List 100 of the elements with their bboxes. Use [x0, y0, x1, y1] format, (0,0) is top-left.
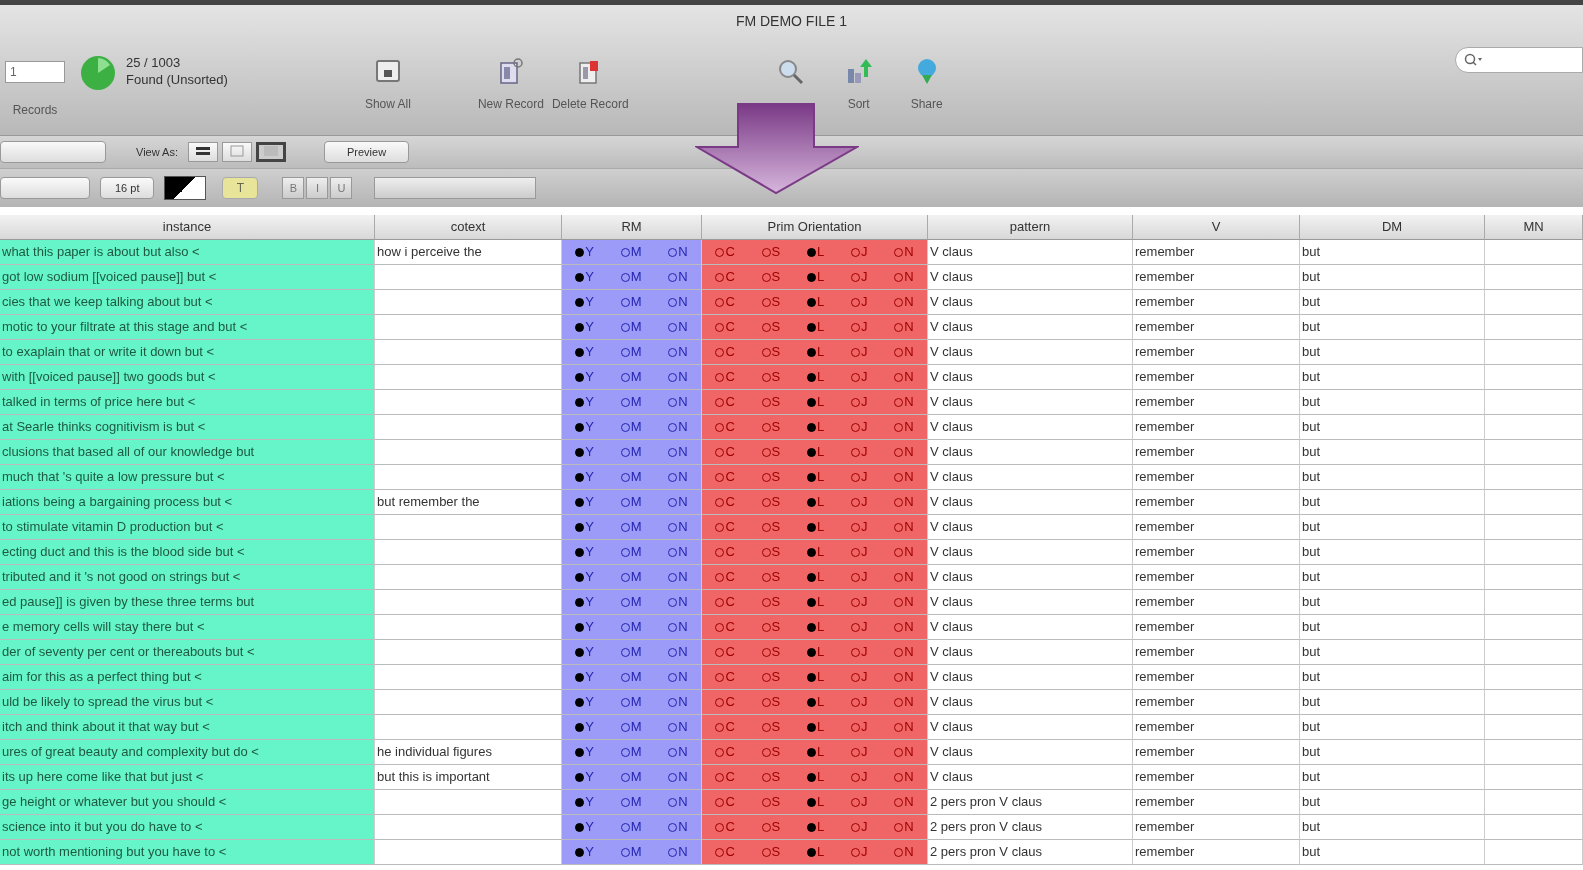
radio-option[interactable]: J — [850, 565, 868, 589]
radio-option[interactable]: N — [668, 715, 688, 739]
radio-option[interactable]: N — [894, 465, 914, 489]
radio-option[interactable]: S — [761, 440, 781, 464]
radio-option[interactable]: J — [850, 290, 868, 314]
color-swatch[interactable] — [164, 176, 207, 200]
radio-option[interactable]: S — [761, 340, 781, 364]
radio-option[interactable]: S — [761, 765, 781, 789]
radio-option[interactable]: Y — [575, 490, 594, 514]
radio-option[interactable]: N — [894, 690, 914, 714]
radio-option[interactable]: L — [806, 665, 825, 689]
radio-option[interactable]: Y — [575, 315, 594, 339]
radio-option[interactable]: S — [761, 690, 781, 714]
radio-option[interactable]: N — [668, 240, 688, 264]
radio-option[interactable]: N — [894, 540, 914, 564]
radio-option[interactable]: L — [806, 815, 825, 839]
radio-option[interactable]: N — [668, 440, 688, 464]
radio-option[interactable]: M — [620, 615, 642, 639]
radio-option[interactable]: N — [668, 790, 688, 814]
radio-option[interactable]: N — [668, 490, 688, 514]
radio-option[interactable]: C — [715, 390, 735, 414]
radio-option[interactable]: S — [761, 415, 781, 439]
radio-option[interactable]: C — [715, 665, 735, 689]
radio-option[interactable]: J — [850, 465, 868, 489]
radio-option[interactable]: N — [894, 815, 914, 839]
radio-option[interactable]: M — [620, 365, 642, 389]
radio-option[interactable]: N — [668, 615, 688, 639]
radio-option[interactable]: J — [850, 415, 868, 439]
radio-option[interactable]: M — [620, 315, 642, 339]
radio-option[interactable]: M — [620, 265, 642, 289]
radio-option[interactable]: Y — [575, 690, 594, 714]
radio-option[interactable]: C — [715, 415, 735, 439]
radio-option[interactable]: J — [850, 440, 868, 464]
radio-option[interactable]: L — [806, 365, 825, 389]
column-header[interactable]: pattern — [928, 215, 1133, 240]
radio-option[interactable]: M — [620, 440, 642, 464]
toolbar-button[interactable]: Sort — [828, 56, 889, 111]
radio-option[interactable]: J — [850, 515, 868, 539]
radio-option[interactable]: S — [761, 390, 781, 414]
radio-option[interactable]: S — [761, 365, 781, 389]
radio-option[interactable]: J — [850, 240, 868, 264]
radio-option[interactable]: Y — [575, 640, 594, 664]
radio-option[interactable]: C — [715, 690, 735, 714]
radio-option[interactable]: S — [761, 715, 781, 739]
radio-option[interactable]: L — [806, 715, 825, 739]
toolbar-button[interactable]: New Record — [477, 56, 544, 111]
radio-option[interactable]: N — [894, 490, 914, 514]
radio-option[interactable]: Y — [575, 390, 594, 414]
radio-option[interactable]: M — [620, 240, 642, 264]
radio-option[interactable]: S — [761, 540, 781, 564]
radio-option[interactable]: M — [620, 665, 642, 689]
radio-option[interactable]: N — [894, 740, 914, 764]
column-header[interactable]: Prim Orientation — [702, 215, 928, 240]
radio-option[interactable]: S — [761, 840, 781, 864]
radio-option[interactable]: N — [894, 315, 914, 339]
radio-option[interactable]: C — [715, 465, 735, 489]
radio-option[interactable]: S — [761, 615, 781, 639]
alignment-control[interactable] — [374, 177, 537, 199]
radio-option[interactable]: L — [806, 465, 825, 489]
radio-option[interactable]: S — [761, 515, 781, 539]
radio-option[interactable]: J — [850, 390, 868, 414]
radio-option[interactable]: N — [894, 415, 914, 439]
radio-option[interactable]: N — [894, 765, 914, 789]
radio-option[interactable]: N — [668, 365, 688, 389]
radio-option[interactable]: Y — [575, 790, 594, 814]
column-header[interactable]: V — [1133, 215, 1300, 240]
radio-option[interactable]: L — [806, 315, 825, 339]
layout-dropdown[interactable] — [0, 141, 106, 163]
radio-option[interactable]: Y — [575, 290, 594, 314]
radio-option[interactable]: N — [668, 515, 688, 539]
radio-option[interactable]: S — [761, 490, 781, 514]
radio-option[interactable]: Y — [575, 815, 594, 839]
radio-option[interactable]: Y — [575, 515, 594, 539]
radio-option[interactable]: L — [806, 565, 825, 589]
radio-option[interactable]: S — [761, 465, 781, 489]
radio-option[interactable]: Y — [575, 665, 594, 689]
radio-option[interactable]: N — [668, 265, 688, 289]
radio-option[interactable]: N — [668, 290, 688, 314]
radio-option[interactable]: C — [715, 365, 735, 389]
radio-option[interactable]: S — [761, 590, 781, 614]
record-number-field[interactable]: 1 — [5, 60, 65, 83]
radio-option[interactable]: N — [668, 640, 688, 664]
radio-option[interactable]: Y — [575, 840, 594, 864]
radio-option[interactable]: J — [850, 590, 868, 614]
radio-option[interactable]: J — [850, 540, 868, 564]
radio-option[interactable]: N — [668, 565, 688, 589]
radio-option[interactable]: Y — [575, 415, 594, 439]
toolbar-button[interactable]: Share — [896, 56, 957, 111]
radio-option[interactable]: M — [620, 715, 642, 739]
radio-option[interactable]: L — [806, 615, 825, 639]
toolbar-button[interactable]: Show All — [357, 56, 418, 111]
radio-option[interactable]: L — [806, 640, 825, 664]
radio-option[interactable]: M — [620, 590, 642, 614]
radio-option[interactable]: N — [894, 590, 914, 614]
toolbar-button[interactable]: Delete Record — [551, 56, 629, 111]
radio-option[interactable]: N — [894, 790, 914, 814]
radio-option[interactable]: L — [806, 765, 825, 789]
radio-option[interactable]: N — [668, 540, 688, 564]
radio-option[interactable]: N — [894, 365, 914, 389]
radio-option[interactable]: Y — [575, 265, 594, 289]
